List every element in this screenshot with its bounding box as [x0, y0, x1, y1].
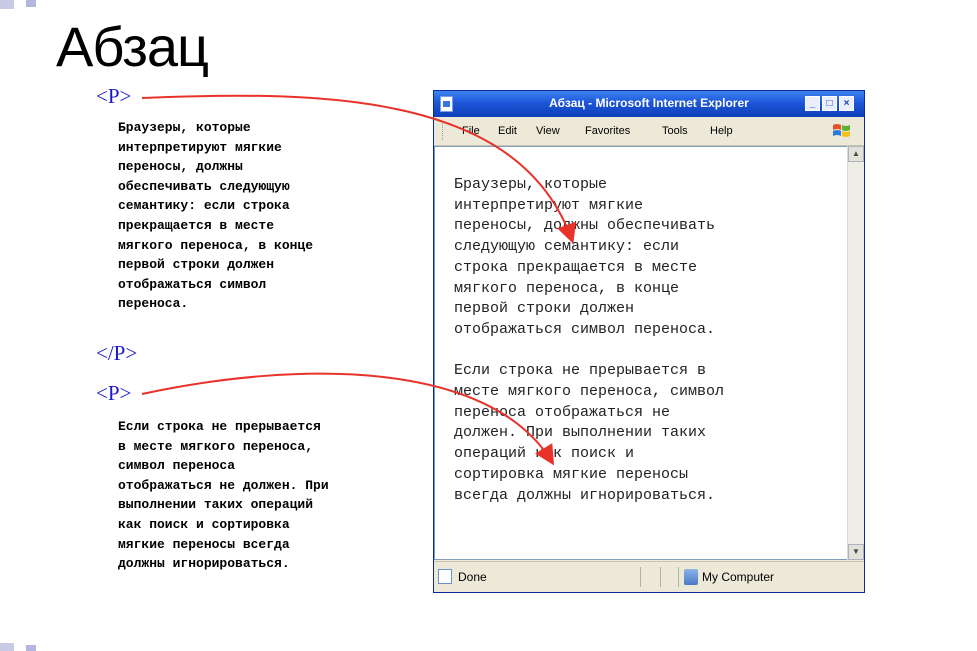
menu-view[interactable]: View: [536, 125, 560, 137]
rendered-text: Браузеры, которые интерпретируют мягкие пе…: [454, 175, 724, 506]
page-content-area: Браузеры, которые интерпретируют мягкие пе…: [434, 146, 848, 560]
source-line: прекращается в месте: [118, 217, 275, 233]
rendered-line: Браузеры, которые: [454, 176, 608, 193]
browser-titlebar: Абзац - Microsoft Internet Explorer _ □ …: [434, 91, 864, 117]
page-done-icon: [438, 569, 452, 584]
source-line: семантику: если строка: [118, 198, 290, 214]
corner-mark-bottom: [0, 643, 14, 651]
scroll-up-button[interactable]: ▲: [848, 146, 864, 162]
rendered-line: сортировка мягкие переносы: [454, 465, 689, 483]
browser-title: Абзац - Microsoft Internet Explorer: [549, 96, 749, 110]
source-line: мягкого переноса, в конце: [118, 237, 314, 253]
corner-mark-top: [0, 0, 14, 9]
minimize-button[interactable]: _: [805, 96, 820, 111]
rendered-line: отображаться символ переноса.: [454, 320, 716, 338]
maximize-button[interactable]: □: [822, 96, 837, 111]
status-separator: [640, 567, 641, 587]
status-separator: [660, 567, 661, 587]
status-zone: My Computer: [702, 570, 775, 584]
rendered-line: должен. При выполнении таких: [454, 424, 707, 442]
source-line: отображаться не должен. При: [118, 477, 329, 493]
rendered-line: переносы, должны обеспечивать: [454, 217, 716, 235]
source-line: Если строка не прерывается: [118, 419, 321, 434]
rendered-line: переноса отображаться не: [454, 403, 671, 421]
computer-icon: [684, 569, 698, 585]
source-line: должны игнорироваться.: [118, 556, 290, 572]
slide-title: Абзац: [56, 15, 209, 78]
source-line: первой строки должен: [118, 257, 275, 273]
source-line: интерпретируют мягкие: [118, 139, 282, 155]
source-paragraph-2: Если строка не прерывается в месте мягког…: [118, 417, 329, 574]
source-line: отображаться символ: [118, 276, 267, 292]
close-button[interactable]: ×: [839, 96, 854, 111]
tag-p-close-1: </P>: [96, 341, 138, 365]
source-line: переноса.: [118, 296, 189, 312]
source-line: символ переноса: [118, 458, 236, 474]
corner-mark-bottom-2: [26, 645, 36, 651]
menu-help[interactable]: Help: [710, 125, 733, 137]
menu-tools[interactable]: Tools: [662, 125, 688, 137]
status-bar: Done My Computer: [434, 561, 864, 592]
source-line: переносы, должны: [118, 159, 243, 175]
rendered-line: всегда должны игнорироваться.: [454, 486, 716, 504]
menu-favorites[interactable]: Favorites: [585, 125, 630, 137]
menu-edit[interactable]: Edit: [498, 125, 517, 137]
scroll-down-button[interactable]: ▼: [848, 544, 864, 560]
source-line: как поиск и сортировка: [118, 516, 290, 532]
source-paragraph-1: Браузеры, которые интерпретируют мягкие пе…: [118, 118, 313, 314]
vertical-scrollbar[interactable]: ▲ ▼: [847, 146, 864, 560]
tag-p-open-2: <P>: [96, 381, 132, 405]
rendered-line: мягкого переноса, в конце: [454, 279, 680, 297]
source-line: мягкие переносы всегда: [118, 536, 290, 552]
rendered-line: первой строки должен: [454, 300, 635, 318]
rendered-line: Если строка не прерывается в: [454, 362, 707, 380]
windows-flag-icon: [833, 124, 850, 137]
menu-grip: [442, 123, 446, 140]
rendered-line: строка прекращается в месте: [454, 258, 698, 276]
rendered-line: [454, 341, 724, 362]
rendered-line: месте мягкого переноса, символ: [454, 383, 725, 401]
source-line: Браузеры, которые: [118, 120, 251, 135]
rendered-line: следующую семантику: если: [454, 238, 680, 256]
status-done: Done: [458, 570, 487, 584]
browser-window: Абзац - Microsoft Internet Explorer _ □ …: [433, 90, 865, 593]
tag-p-open-1: <P>: [96, 84, 132, 108]
rendered-line: операций как поиск и: [454, 445, 635, 463]
menu-file[interactable]: File: [462, 125, 480, 137]
status-separator: [678, 567, 679, 587]
menu-bar: File Edit View Favorites Tools Help: [434, 117, 864, 146]
source-line: выполнении таких операций: [118, 497, 314, 513]
source-line: обеспечивать следующую: [118, 178, 290, 194]
rendered-line: интерпретируют мягкие: [454, 196, 644, 214]
source-line: в месте мягкого переноса,: [118, 438, 314, 454]
corner-mark-top-2: [26, 0, 36, 7]
